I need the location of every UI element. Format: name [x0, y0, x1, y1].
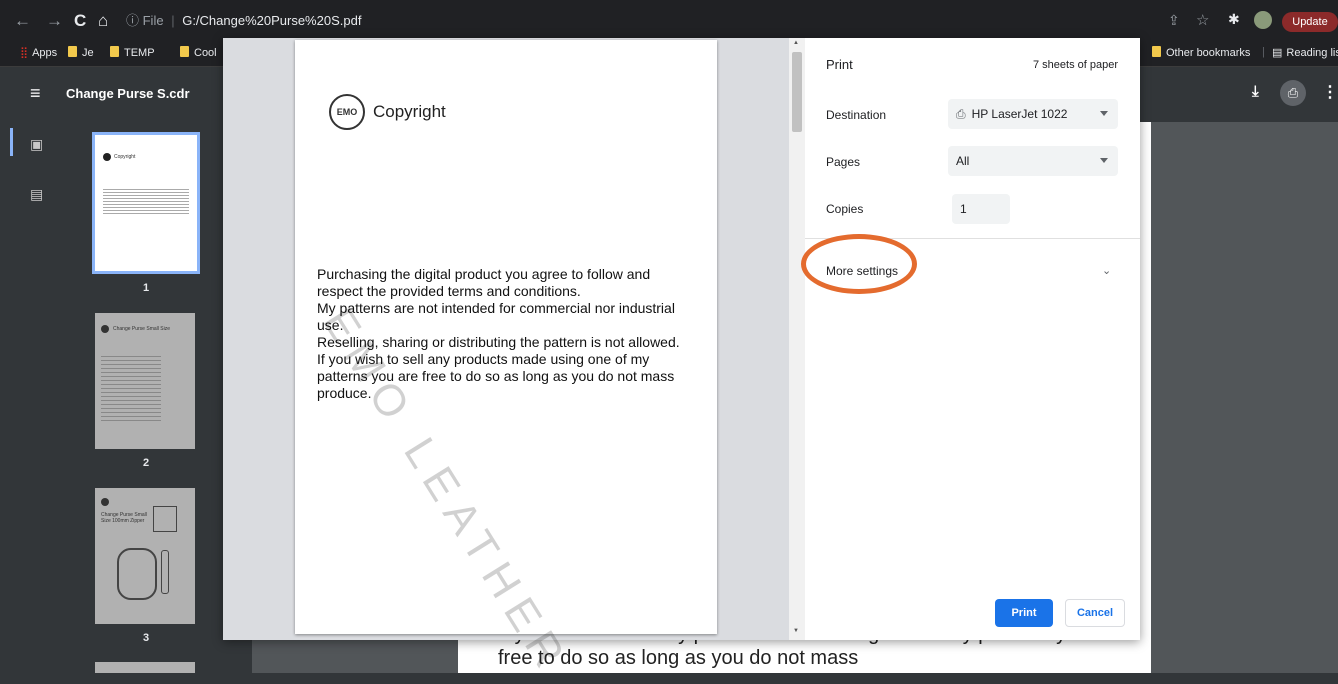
- pdf-print-icon[interactable]: ⎙: [1280, 80, 1306, 106]
- update-button[interactable]: Update: [1282, 12, 1338, 32]
- copies-label: Copies: [826, 202, 864, 216]
- preview-page: EMO Copyright Purchasing the digital pro…: [295, 40, 717, 684]
- apps-grid-icon: ⣿: [20, 47, 29, 59]
- bookmark-je[interactable]: Je: [68, 44, 94, 62]
- bookmark-cool[interactable]: Cool: [180, 44, 217, 62]
- bookmark-temp[interactable]: TEMP: [110, 44, 155, 62]
- avatar[interactable]: [1254, 11, 1272, 29]
- url-text: G:/Change%20Purse%20S.pdf: [182, 13, 362, 28]
- active-indicator: [10, 128, 13, 156]
- sheets-count: 7 sheets of paper: [1032, 59, 1118, 71]
- thumbnail-page-3[interactable]: Change Purse Small Size 100mm Zipper: [95, 488, 195, 624]
- folder-icon: [1152, 46, 1161, 57]
- forward-icon[interactable]: →: [46, 11, 63, 31]
- download-icon[interactable]: ⤓: [1252, 83, 1259, 100]
- home-icon[interactable]: ⌂: [98, 11, 108, 31]
- thumbnail-page-2[interactable]: Change Purse Small Size: [95, 313, 195, 449]
- scroll-down-icon[interactable]: ▼: [793, 628, 799, 634]
- thumbnail-number: 2: [142, 457, 150, 469]
- chevron-down-icon: [1100, 158, 1108, 163]
- bookmark-other[interactable]: Other bookmarks: [1152, 44, 1250, 62]
- reading-list[interactable]: ▤ Reading lis: [1272, 44, 1338, 62]
- print-dialog: EMO Copyright Purchasing the digital pro…: [223, 38, 1140, 684]
- pages-select[interactable]: All: [948, 146, 1118, 176]
- back-icon[interactable]: ←: [14, 11, 31, 31]
- star-icon[interactable]: ☆: [1196, 11, 1209, 29]
- pdf-title: Change Purse S.cdr: [66, 86, 190, 101]
- reading-list-icon: ▤: [1272, 47, 1283, 59]
- outline-view-icon[interactable]: ▤: [30, 186, 43, 203]
- share-icon[interactable]: ⇪: [1168, 12, 1180, 29]
- folder-icon: [68, 46, 77, 57]
- chevron-down-icon: [1100, 111, 1108, 116]
- folder-icon: [180, 46, 189, 57]
- reload-icon[interactable]: C: [74, 11, 86, 31]
- annotation-circle: [801, 234, 917, 294]
- address-bar[interactable]: ⓘ File | G:/Change%20Purse%20S.pdf: [126, 8, 1126, 34]
- print-preview-area: EMO Copyright Purchasing the digital pro…: [223, 38, 805, 684]
- thumbnails-view-icon[interactable]: ▣: [30, 136, 43, 153]
- thumbnail-page-4[interactable]: [95, 662, 195, 673]
- destination-label: Destination: [826, 108, 887, 122]
- menu-icon[interactable]: ≡: [30, 83, 41, 104]
- thumbnail-number: 1: [142, 282, 150, 294]
- pages-label: Pages: [826, 155, 861, 169]
- dialog-title: Print: [826, 57, 853, 72]
- file-info-label: ⓘ File: [126, 13, 164, 28]
- print-button[interactable]: Print: [995, 599, 1053, 627]
- preview-heading: Copyright: [373, 102, 446, 121]
- folder-icon: [110, 46, 119, 57]
- printer-icon: ⎙: [956, 107, 966, 121]
- expand-chevron-icon[interactable]: ⌄: [1102, 264, 1111, 277]
- more-icon[interactable]: ⋮: [1322, 82, 1338, 102]
- thumbnail-page-1[interactable]: Copyright: [92, 132, 200, 274]
- copies-input[interactable]: 1: [952, 194, 1010, 224]
- print-settings-panel: Print 7 sheets of paper Destination ⎙ HP …: [805, 38, 1140, 640]
- cancel-button[interactable]: Cancel: [1065, 599, 1125, 627]
- scroll-up-icon[interactable]: ▲: [793, 40, 799, 46]
- bookmark-apps[interactable]: ⣿ Apps: [20, 44, 57, 62]
- scrollbar-thumb[interactable]: [792, 52, 802, 132]
- destination-select[interactable]: ⎙ HP LaserJet 1022: [948, 99, 1118, 129]
- thumbnail-number: 3: [142, 632, 150, 644]
- emo-leather-logo: EMO: [329, 94, 365, 130]
- extensions-icon[interactable]: ✱: [1228, 11, 1240, 28]
